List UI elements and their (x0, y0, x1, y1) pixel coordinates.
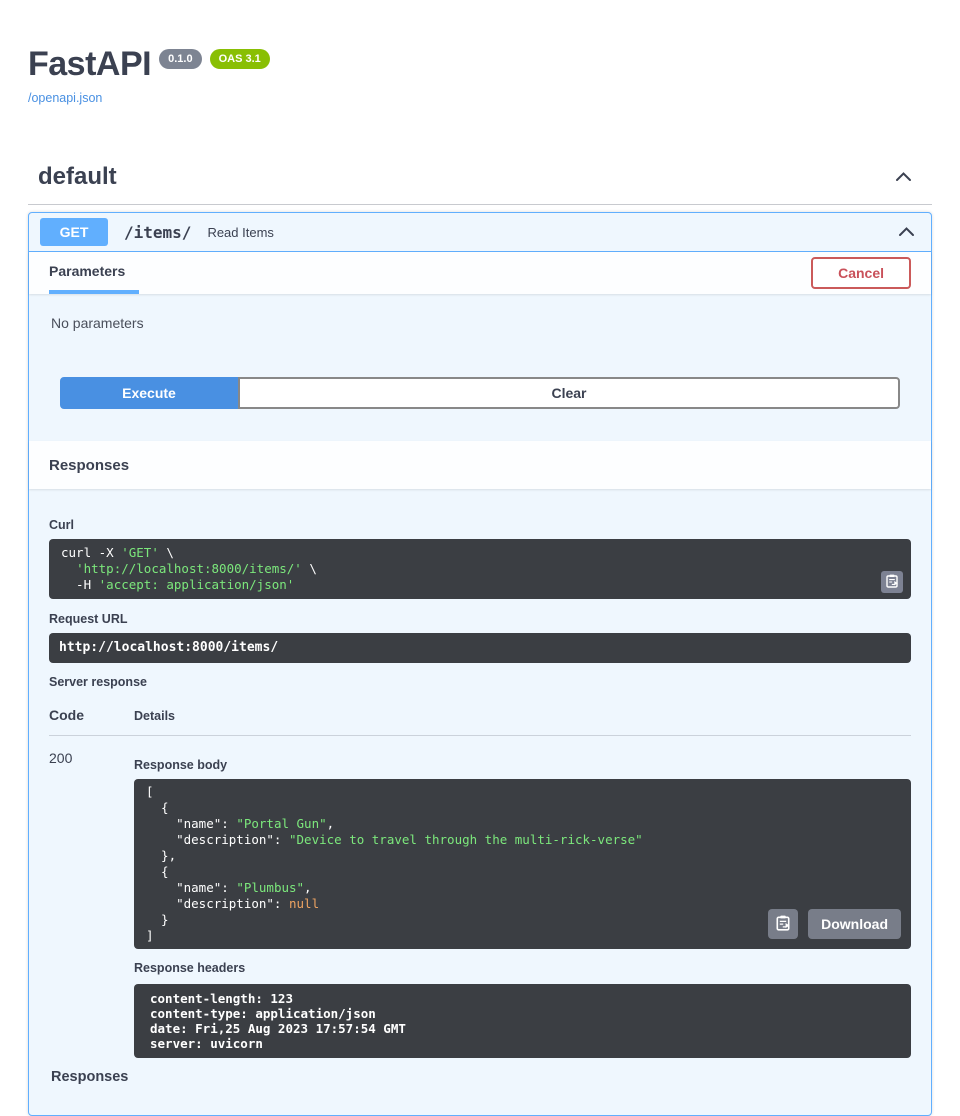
server-response-row: 200 Response body [ { "name": "Portal Gu… (49, 736, 911, 1058)
response-body-block: [ { "name": "Portal Gun", "description":… (134, 779, 911, 949)
operation-path: /items/ (124, 223, 191, 242)
response-body-label: Response body (134, 758, 911, 772)
copy-to-clipboard-button[interactable] (881, 571, 903, 593)
tab-parameters[interactable]: Parameters (49, 252, 139, 294)
collapse-section-button[interactable] (895, 170, 912, 185)
response-headers-block: content-length: 123 content-type: applic… (134, 984, 911, 1058)
parameters-header: Parameters Cancel (29, 252, 931, 294)
details-column-header: Details (134, 709, 175, 723)
response-headers-text: content-length: 123 content-type: applic… (150, 991, 895, 1051)
parameters-area: No parameters (29, 294, 931, 377)
request-url-text: http://localhost:8000/items/ (59, 641, 901, 655)
tag-title: default (38, 163, 117, 191)
request-url-label: Request URL (49, 612, 911, 626)
api-title-row: FastAPI 0.1.0 OAS 3.1 (28, 46, 932, 82)
cancel-button[interactable]: Cancel (811, 257, 911, 289)
operation-summary[interactable]: GET /items/ Read Items (29, 213, 931, 252)
curl-command-block: curl -X 'GET' \ 'http://localhost:8000/i… (49, 539, 911, 599)
clear-button[interactable]: Clear (238, 377, 900, 409)
response-body-buttons: Download (768, 909, 901, 939)
curl-label: Curl (49, 518, 911, 532)
collapse-operation-button[interactable] (898, 225, 915, 240)
clipboard-icon (886, 574, 898, 591)
curl-command-text: curl -X 'GET' \ 'http://localhost:8000/i… (61, 545, 899, 593)
api-title: FastAPI (28, 46, 151, 82)
opblock-get-items: GET /items/ Read Items Parameters Cancel… (28, 212, 932, 1116)
server-response-label: Server response (49, 675, 911, 689)
execute-row: Execute Clear (29, 377, 931, 441)
responses-header: Responses (29, 441, 931, 489)
tag-section-header[interactable]: default (28, 163, 932, 205)
responses-title: Responses (49, 457, 129, 474)
method-badge: GET (40, 218, 108, 246)
clipboard-icon (776, 915, 790, 934)
version-badge: 0.1.0 (159, 49, 201, 69)
response-headers-label: Response headers (134, 961, 911, 975)
copy-to-clipboard-button[interactable] (768, 909, 798, 939)
code-column-header: Code (49, 707, 134, 723)
chevron-up-icon (895, 170, 912, 185)
api-info: FastAPI 0.1.0 OAS 3.1 /openapi.json (28, 0, 932, 107)
operation-summary-text: Read Items (207, 225, 273, 240)
documented-responses-title: Responses (51, 1069, 911, 1085)
chevron-up-icon (898, 225, 915, 240)
responses-body: Curl curl -X 'GET' \ 'http://localhost:8… (29, 489, 931, 1085)
oas-badge: OAS 3.1 (210, 49, 270, 69)
execute-button[interactable]: Execute (60, 377, 238, 409)
no-parameters-text: No parameters (51, 315, 144, 331)
status-code: 200 (49, 750, 134, 1058)
swagger-ui-page: FastAPI 0.1.0 OAS 3.1 /openapi.json defa… (0, 0, 960, 1116)
openapi-spec-link[interactable]: /openapi.json (28, 91, 102, 105)
response-table-header: Code Details (49, 707, 911, 723)
request-url-block: http://localhost:8000/items/ (49, 633, 911, 663)
download-button[interactable]: Download (808, 909, 901, 939)
response-details: Response body [ { "name": "Portal Gun", … (134, 750, 911, 1058)
